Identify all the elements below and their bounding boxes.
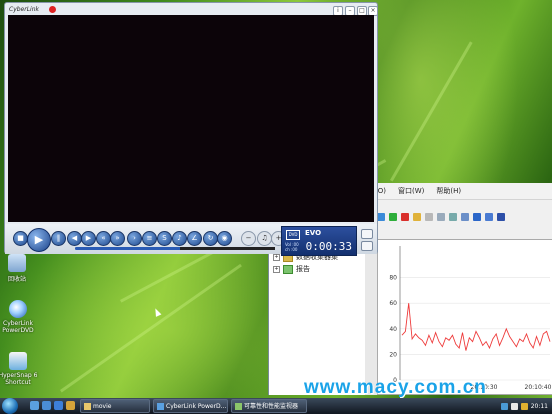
system-tray: 20:11	[470, 399, 552, 413]
recycle-bin-icon	[8, 254, 26, 272]
add-counter-icon[interactable]	[389, 213, 397, 221]
pause-icon[interactable]	[473, 213, 481, 221]
desktop-icon-recycle-bin[interactable]: 回收站	[0, 254, 42, 283]
dvd-icon	[9, 300, 27, 318]
taskbar-item-label: movie	[93, 403, 112, 410]
seek-bar-fill	[75, 247, 185, 250]
line-chart: 80604020020:10:30 20:10:40	[389, 246, 552, 391]
volume-icon[interactable]	[510, 402, 518, 410]
video-area[interactable]	[8, 15, 374, 222]
cyberlink-logo: CyberLink	[9, 5, 39, 13]
toolbar	[377, 211, 552, 223]
expand-panel-icon[interactable]	[361, 229, 373, 239]
mute-button[interactable]: ♫	[257, 231, 272, 246]
clock[interactable]: 20:11	[531, 403, 548, 410]
report-icon	[283, 264, 293, 274]
zoom-icon[interactable]	[461, 213, 469, 221]
taskbar-item-label: CyberLink PowerD...	[166, 403, 227, 410]
next-button[interactable]: ▶	[81, 231, 96, 246]
hypersnap-icon	[9, 352, 27, 370]
logo-mark-icon	[49, 5, 56, 13]
title-bar: CyberLink	[5, 3, 377, 15]
y-tick-label: 40	[389, 326, 397, 333]
performance-graph: 80 60 40 20 0 20:10:30 20:10:40	[377, 239, 552, 395]
view-icon[interactable]	[377, 213, 385, 221]
taskbar-item-label: 可靠性和性能监视器	[244, 403, 299, 410]
y-tick-label: 20	[389, 351, 397, 358]
desktop-icon-hypersnap[interactable]: HyperSnap 6 Shortcut	[0, 352, 43, 386]
elapsed-time: 0:00:33	[305, 240, 352, 253]
dvd-icon	[157, 403, 164, 410]
eject-icon[interactable]	[361, 241, 373, 251]
show-desktop-icon[interactable]	[30, 401, 39, 410]
taskbar-item-performance-monitor[interactable]: 可靠性和性能监视器	[231, 399, 307, 413]
wallpaper-leaf-vein	[390, 41, 473, 182]
folder-icon[interactable]	[66, 401, 75, 410]
step-button[interactable]: ›	[127, 231, 142, 246]
menu-item-help[interactable]: 帮助(H)	[436, 186, 461, 196]
tree-item-reports[interactable]: + 报告	[269, 263, 365, 275]
powerdvd-player-window: CyberLink i – □ × ■ ▶ ‖ ◀ ▶ « » › ≡ S ♪ …	[4, 2, 378, 256]
series-line	[401, 303, 551, 351]
tree-item-label: 报告	[296, 265, 310, 273]
subtitle-button[interactable]: S	[157, 231, 172, 246]
dvd-display-icon: DVD	[286, 230, 300, 240]
angle-button[interactable]: ∠	[187, 231, 202, 246]
expand-icon[interactable]: +	[273, 253, 280, 261]
y-tick-label: 80	[389, 275, 397, 282]
pause-button[interactable]: ‖	[51, 231, 66, 246]
fast-forward-button[interactable]: »	[110, 231, 125, 246]
desktop-icon-label: HyperSnap 6 Shortcut	[0, 372, 38, 386]
start-button[interactable]	[2, 398, 18, 414]
highlight-icon[interactable]	[413, 213, 421, 221]
folder-icon	[84, 403, 91, 410]
update-icon[interactable]	[485, 213, 493, 221]
internet-explorer-icon[interactable]	[54, 401, 63, 410]
paste-icon[interactable]	[437, 213, 445, 221]
monitor-icon	[235, 403, 242, 410]
desktop-icon-powerdvd[interactable]: CyberLink PowerDVD	[0, 300, 43, 334]
copy-icon[interactable]	[425, 213, 433, 221]
taskbar-item-movie[interactable]: movie	[80, 399, 150, 413]
y-tick-label: 60	[389, 300, 397, 307]
audio-button[interactable]: ♪	[172, 231, 187, 246]
security-icon[interactable]	[520, 402, 528, 410]
expand-icon[interactable]: +	[273, 265, 280, 273]
switch-windows-icon[interactable]	[42, 401, 51, 410]
taskbar-item-powerdvd[interactable]: CyberLink PowerD...	[153, 399, 228, 413]
desktop: 回收站 CyberLink PowerDVD HyperSnap 6 Short…	[0, 0, 552, 414]
play-button[interactable]: ▶	[27, 228, 51, 252]
help-icon[interactable]	[497, 213, 505, 221]
capture-button[interactable]: ◉	[217, 231, 232, 246]
menu-button[interactable]: ≡	[142, 231, 157, 246]
display-mode: EVO	[305, 229, 322, 237]
previous-button[interactable]: ◀	[67, 231, 82, 246]
properties-icon[interactable]	[449, 213, 457, 221]
desktop-icon-label: CyberLink PowerDVD	[2, 320, 34, 334]
repeat-button[interactable]: ↻	[203, 231, 218, 246]
network-icon[interactable]	[500, 402, 508, 410]
stop-button[interactable]: ■	[13, 231, 28, 246]
mouse-cursor-icon	[152, 307, 162, 317]
x-tick-label: 20:10:40	[525, 384, 552, 391]
taskbar: movie CyberLink PowerD... 可靠性和性能监视器 20:1…	[0, 398, 552, 414]
volume-down-button[interactable]: −	[241, 231, 256, 246]
seek-bar-remaining	[180, 247, 275, 250]
display-chapter: ch :00	[285, 247, 298, 252]
menu-item-window[interactable]: 窗口(W)	[398, 186, 424, 196]
status-display: DVD EVO Vol :00 ch :00 0:00:33	[281, 226, 357, 256]
desktop-icon-label: 回收站	[7, 276, 26, 283]
delete-counter-icon[interactable]	[401, 213, 409, 221]
rewind-button[interactable]: «	[96, 231, 111, 246]
watermark: www.macy.com.cn	[304, 377, 487, 398]
